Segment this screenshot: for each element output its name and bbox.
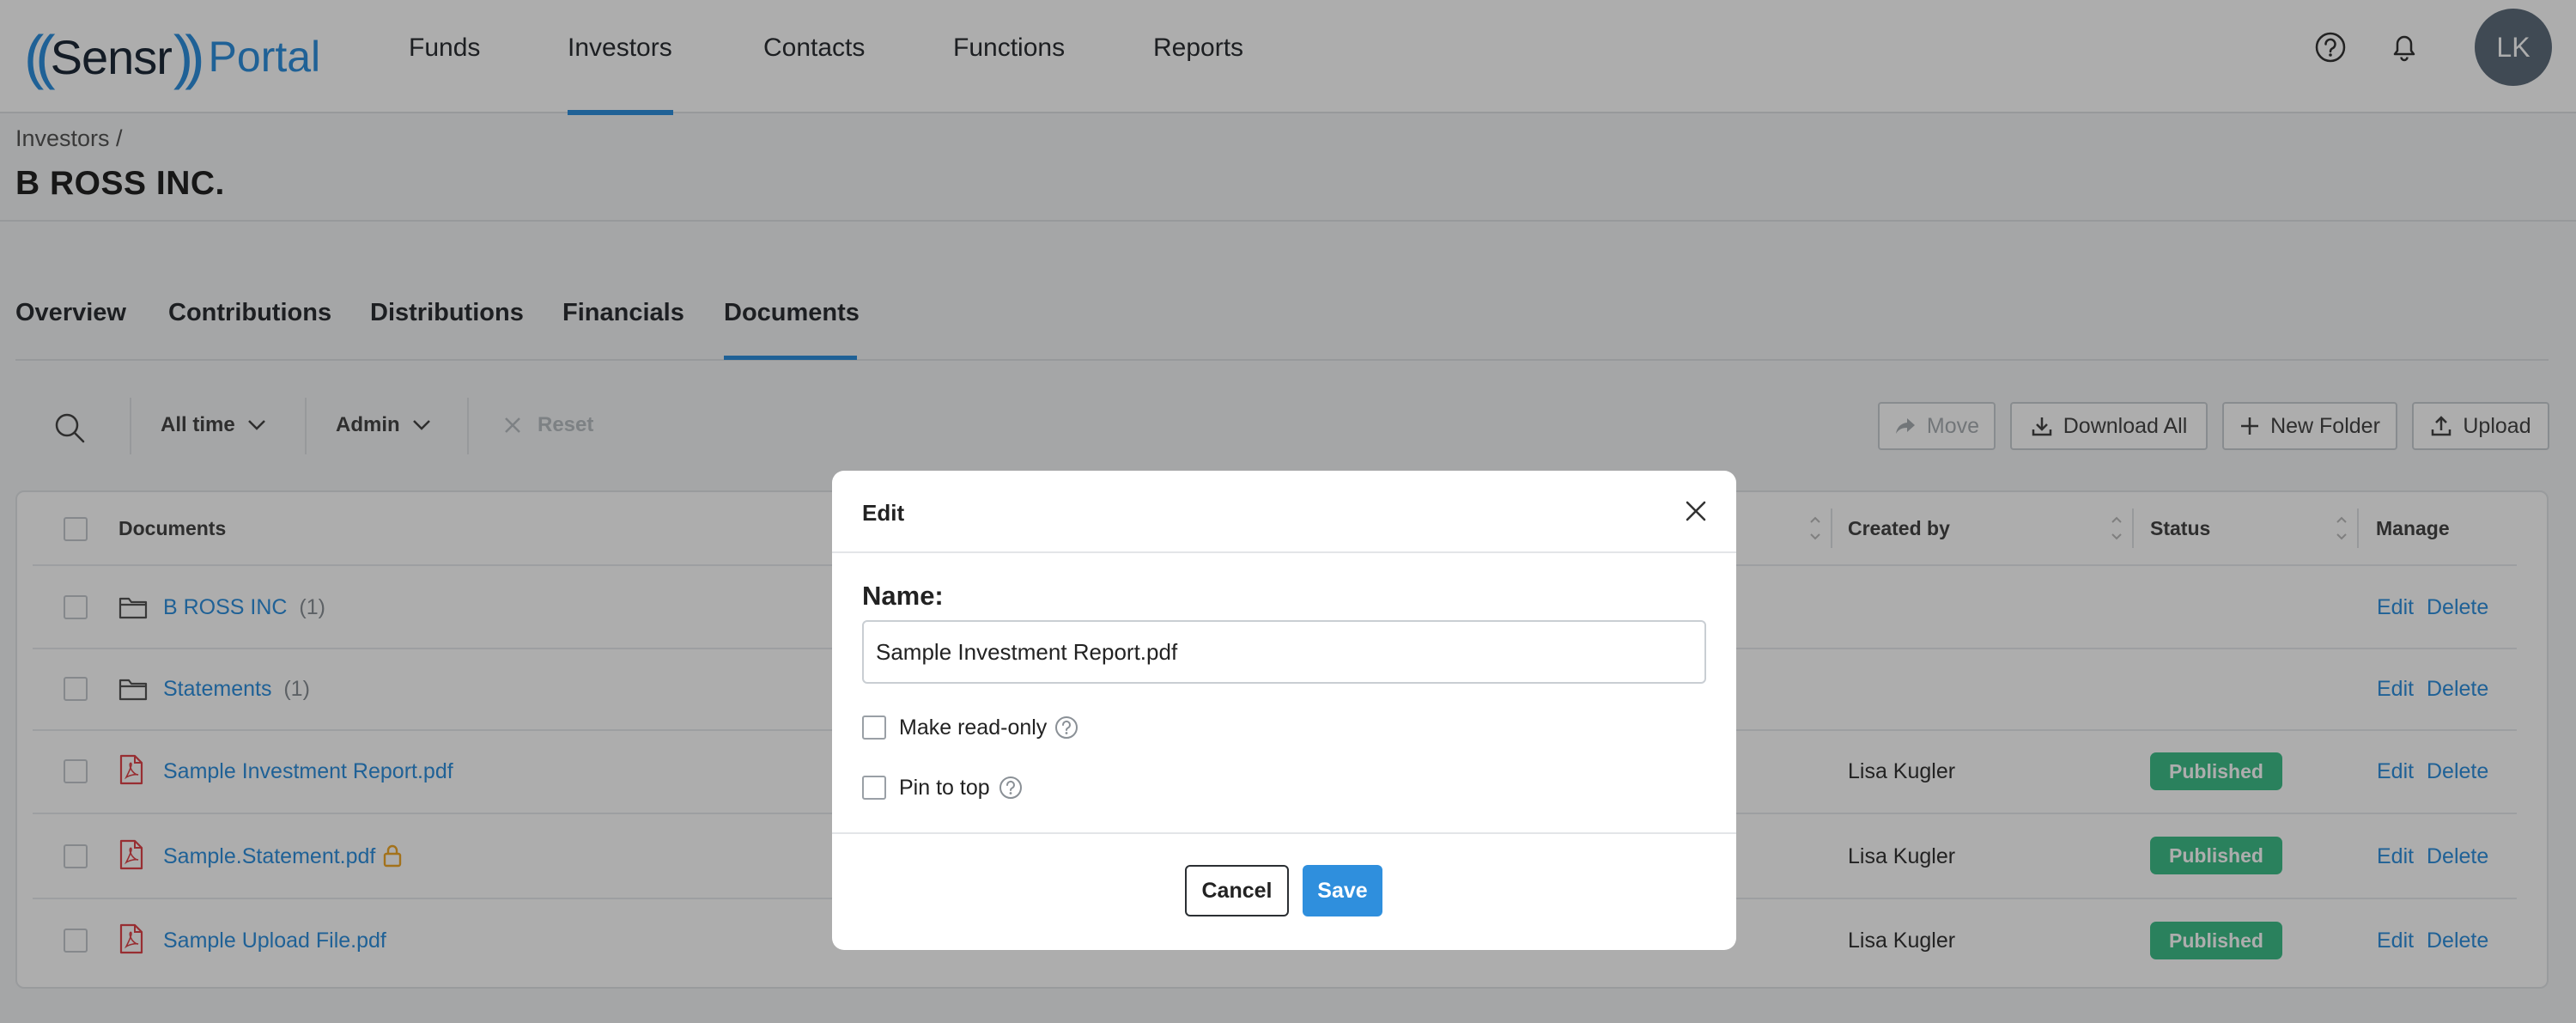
dialog-header-divider: [832, 551, 1736, 553]
dialog-footer-divider: [832, 832, 1736, 834]
pin-to-top-label[interactable]: Pin to top: [899, 776, 990, 801]
help-circle-icon[interactable]: [998, 775, 1024, 801]
read-only-label[interactable]: Make read-only: [899, 715, 1047, 740]
help-circle-icon[interactable]: [1054, 715, 1079, 740]
read-only-checkbox[interactable]: [862, 715, 886, 740]
save-button[interactable]: Save: [1303, 865, 1382, 916]
dialog-title: Edit: [862, 500, 905, 526]
close-icon[interactable]: [1684, 499, 1708, 523]
cancel-button[interactable]: Cancel: [1185, 865, 1289, 916]
name-input[interactable]: [862, 620, 1706, 684]
name-label: Name:: [862, 581, 944, 611]
edit-dialog: Edit Name: Make read-only Pin to top Can…: [832, 471, 1736, 950]
pin-to-top-checkbox[interactable]: [862, 776, 886, 800]
